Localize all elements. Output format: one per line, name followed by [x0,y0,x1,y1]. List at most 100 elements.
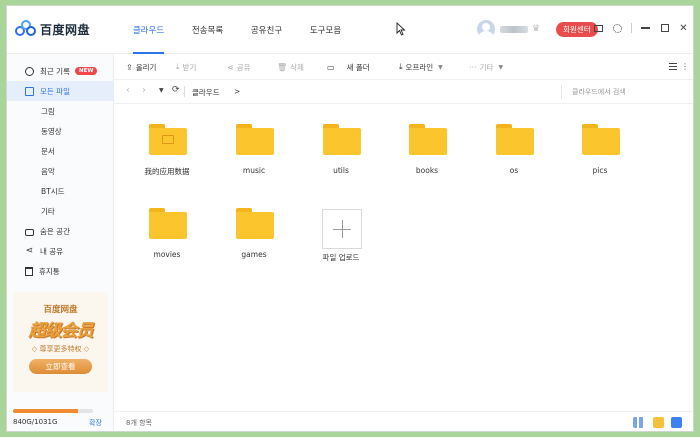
file-name: pics [592,166,608,175]
upload-label: 올리기 [135,62,157,72]
file-tile-utils[interactable]: utils [306,104,376,182]
file-name: movies [153,250,181,259]
file-tile-pics[interactable]: pics [565,104,635,182]
folder-icon [149,208,187,239]
upload-icon: ⇪ [126,62,133,72]
file-tile-movies[interactable]: movies [132,188,202,266]
sidebar-item-label: 숨은 공간 [40,226,70,236]
trash-icon [25,266,33,276]
sidebar-item-images[interactable]: 그림 [7,101,114,121]
expand-storage-link[interactable]: 확장 [89,418,102,428]
app-data-badge-icon [162,135,174,144]
username-redacted[interactable] [500,25,528,33]
sidebar-item-label: 휴지통 [39,266,60,276]
file-name: os [509,166,519,175]
folder-icon [582,124,620,155]
vip-promo-banner[interactable]: 百度网盘 超级会员 ◇ 尊享更多特权 ◇ 立即查看 [13,292,108,392]
upload-status-icon[interactable] [653,417,664,428]
file-tile-music[interactable]: music [219,104,289,182]
lock-icon [25,228,34,236]
search-input[interactable]: 클라우드에서 검색 [561,85,693,99]
window-controls: ✕ [593,21,689,35]
upload-button[interactable]: ⇪ 올리기 [126,54,156,80]
file-tile-games[interactable]: games [219,188,289,266]
sidebar-item-documents[interactable]: 문서 [7,141,114,161]
file-name: music [242,166,266,175]
share-icon: ⋖ [227,62,234,72]
sidebar-item-trash[interactable]: 휴지통 [7,261,114,281]
promo-brand: 百度网盘 [43,305,78,315]
tab-transfers[interactable]: 전송목록 [178,6,237,54]
new-folder-button[interactable]: ▭ 새 폴더 [327,54,370,80]
sidebar-item-all-files[interactable]: 모든 파일 [7,81,114,101]
app-logo: 百度网盘 [15,20,90,38]
sidebar-item-music[interactable]: 음악 [7,161,114,181]
sidebar-item-videos[interactable]: 동영상 [7,121,114,141]
storage-usage-text: 840G/1031G [13,418,58,426]
delete-label: 삭제 [290,62,304,72]
breadcrumb-separator[interactable]: > [234,87,240,96]
minimize-button[interactable] [640,21,651,35]
new-badge: NEW [74,67,98,75]
file-tile-os[interactable]: os [479,104,549,182]
breadcrumb-root[interactable]: 클라우드 [192,87,220,98]
chevron-down-icon: ▼ [498,63,504,71]
avatar[interactable] [477,20,495,38]
promo-title: 超级会员 [28,321,94,341]
tab-tools[interactable]: 도구모음 [296,6,355,54]
close-button[interactable]: ✕ [678,21,689,35]
forward-arrow-icon[interactable]: › [142,85,146,96]
file-name: utils [333,166,349,175]
sidebar-item-hidden-space[interactable]: 숨은 공간 [7,221,114,241]
tab-cloud[interactable]: 클라우드 [119,6,178,54]
settings-button[interactable] [612,21,623,35]
promo-view-button[interactable]: 立即查看 [29,359,92,374]
sidebar-item-label: 내 공유 [40,246,64,256]
download-button[interactable]: ⤓ 받기 [176,54,196,80]
offline-label: 오프라인 [405,62,434,72]
folder-icon [496,124,534,155]
file-tile-books[interactable]: books [392,104,462,182]
gear-icon [613,23,622,33]
sidebar-item-other[interactable]: 기타 [7,201,114,221]
sidebar-item-recent[interactable]: 최근 기록 NEW [7,61,114,81]
trash-icon: 🗑︎ [277,62,288,72]
sidebar-item-bt-seeds[interactable]: BT시드 [7,181,114,201]
tab-share-friends[interactable]: 공유친구 [237,6,296,54]
more-button[interactable]: ··· 기타 ▼ [469,54,503,80]
lock-status-icon[interactable] [671,417,682,428]
folder-icon [323,124,361,155]
user-area: ♛ 회원센터 [477,20,598,38]
history-dropdown-icon[interactable]: ▼ [159,87,164,94]
crown-icon: ♛ [532,24,541,34]
close-icon: ✕ [679,22,688,34]
vip-center-button[interactable]: 회원센터 [556,21,598,37]
dots-vertical-icon[interactable]: ⋮ [681,62,689,71]
share-button[interactable]: ⋖ 공유 [227,54,251,80]
divider [631,23,632,33]
offline-download-button[interactable]: ⤓ 오프라인 ▼ [399,54,443,80]
chevron-down-icon: ▼ [438,63,443,71]
clock-icon [25,66,34,76]
file-name: 파일 업로드 [322,253,360,262]
list-view-icon[interactable] [669,63,677,70]
file-tile-upload[interactable]: 파일 업로드 [306,202,376,280]
maximize-button[interactable] [659,21,670,35]
file-icon [25,86,34,96]
mail-button[interactable] [593,21,604,35]
address-bar: ‹ › ▼ ⟳ 클라우드 > 클라우드에서 검색 [114,80,693,104]
back-arrow-icon[interactable]: ‹ [126,85,130,96]
file-name: 我的应用数据 [144,167,190,176]
storage-usage-fill [13,409,79,413]
folder-icon [149,124,187,155]
folder-icon [236,208,274,239]
more-label: 기타 [479,62,494,72]
mouse-cursor-icon [396,22,406,36]
file-tile-app-data[interactable]: 我的应用数据 [132,104,202,182]
delete-button[interactable]: 🗑︎ 삭제 [277,54,304,80]
sidebar-item-my-shares[interactable]: ⋖ 내 공유 [7,241,114,261]
refresh-icon[interactable]: ⟳ [172,85,180,95]
folder-plus-icon: ▭ [327,62,335,72]
new-folder-label: 새 폴더 [346,62,370,72]
grid-view-icon[interactable] [633,417,644,428]
